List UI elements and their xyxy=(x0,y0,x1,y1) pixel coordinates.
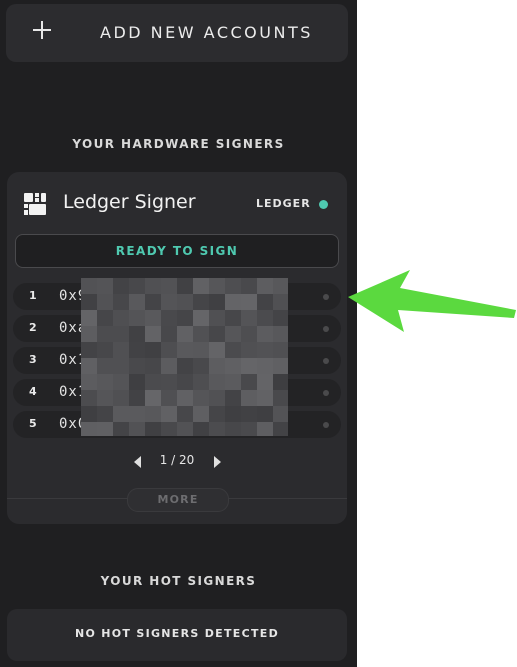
no-hot-signers-message: NO HOT SIGNERS DETECTED xyxy=(7,609,347,661)
hardware-signers-heading: YOUR HARDWARE SIGNERS xyxy=(72,137,285,151)
account-status-dot xyxy=(323,294,329,300)
chevron-left-icon[interactable] xyxy=(134,456,141,468)
account-status-dot xyxy=(323,422,329,428)
account-pagination: 1 / 20 xyxy=(7,452,347,472)
account-index: 5 xyxy=(29,417,37,430)
pixelated-redaction-icon xyxy=(81,278,288,436)
account-status-dot xyxy=(323,326,329,332)
account-status-dot xyxy=(323,390,329,396)
account-index: 3 xyxy=(29,353,37,366)
add-new-accounts-label: ADD NEW ACCOUNTS xyxy=(100,23,313,42)
redacted-addresses-mosaic xyxy=(81,278,288,436)
hot-signers-heading: YOUR HOT SIGNERS xyxy=(100,574,257,588)
add-new-accounts-button[interactable]: ADD NEW ACCOUNTS xyxy=(6,4,348,62)
more-button[interactable]: MORE xyxy=(127,488,229,512)
signer-type-label: LEDGER xyxy=(256,197,311,210)
page-indicator: 1 / 20 xyxy=(159,453,195,467)
ledger-device-icon xyxy=(24,193,46,215)
signer-status-dot xyxy=(319,200,328,209)
account-status-dot xyxy=(323,358,329,364)
ready-to-sign-banner: READY TO SIGN xyxy=(15,234,339,268)
account-index: 1 xyxy=(29,289,37,302)
green-arrow-icon xyxy=(348,270,516,332)
signer-name: Ledger Signer xyxy=(63,191,196,213)
account-index: 4 xyxy=(29,385,37,398)
chevron-right-icon[interactable] xyxy=(214,456,221,468)
account-index: 2 xyxy=(29,321,37,334)
plus-icon xyxy=(32,20,52,40)
